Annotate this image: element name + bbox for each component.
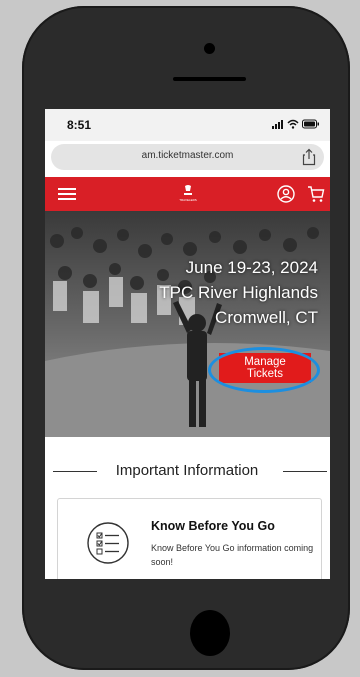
url-bar[interactable]: am.ticketmaster.com (51, 144, 324, 170)
cart-icon[interactable] (307, 185, 325, 203)
home-button[interactable] (190, 610, 230, 656)
screen: 8:51 am.ticketmaster.com TRAVELERS June … (45, 109, 330, 579)
divider-left (53, 471, 97, 472)
travelers-logo[interactable] (176, 184, 200, 206)
checklist-icon (87, 522, 129, 564)
event-location: Cromwell, CT (215, 308, 318, 327)
menu-icon[interactable] (58, 188, 76, 200)
card-body: Know Before You Go information coming so… (151, 543, 314, 567)
logo-text: TRAVELERS (179, 198, 197, 202)
status-time: 8:51 (67, 118, 92, 132)
card-title: Know Before You Go (151, 519, 275, 533)
hero-banner: June 19-23, 2024 TPC River Highlands Cro… (45, 211, 330, 437)
share-icon[interactable] (302, 148, 316, 166)
camera (204, 43, 215, 54)
important-info-header: Important Information (45, 462, 330, 482)
site-nav: TRAVELERS (45, 177, 330, 211)
info-card[interactable]: Know Before You Go Know Before You Go in… (57, 498, 322, 579)
event-venue: TPC River Highlands (159, 283, 318, 302)
url-text: am.ticketmaster.com (141, 150, 234, 161)
status-bar: 8:51 (45, 109, 330, 141)
divider-right (283, 471, 327, 472)
account-icon[interactable] (277, 185, 295, 203)
highlight-circle (208, 347, 320, 393)
battery-icon (302, 119, 319, 129)
status-icons (272, 118, 320, 130)
signal-icon (272, 120, 283, 129)
speaker (173, 77, 246, 81)
section-heading: Important Information (115, 462, 259, 479)
wifi-icon (287, 119, 299, 129)
event-dates: June 19-23, 2024 (185, 258, 318, 277)
